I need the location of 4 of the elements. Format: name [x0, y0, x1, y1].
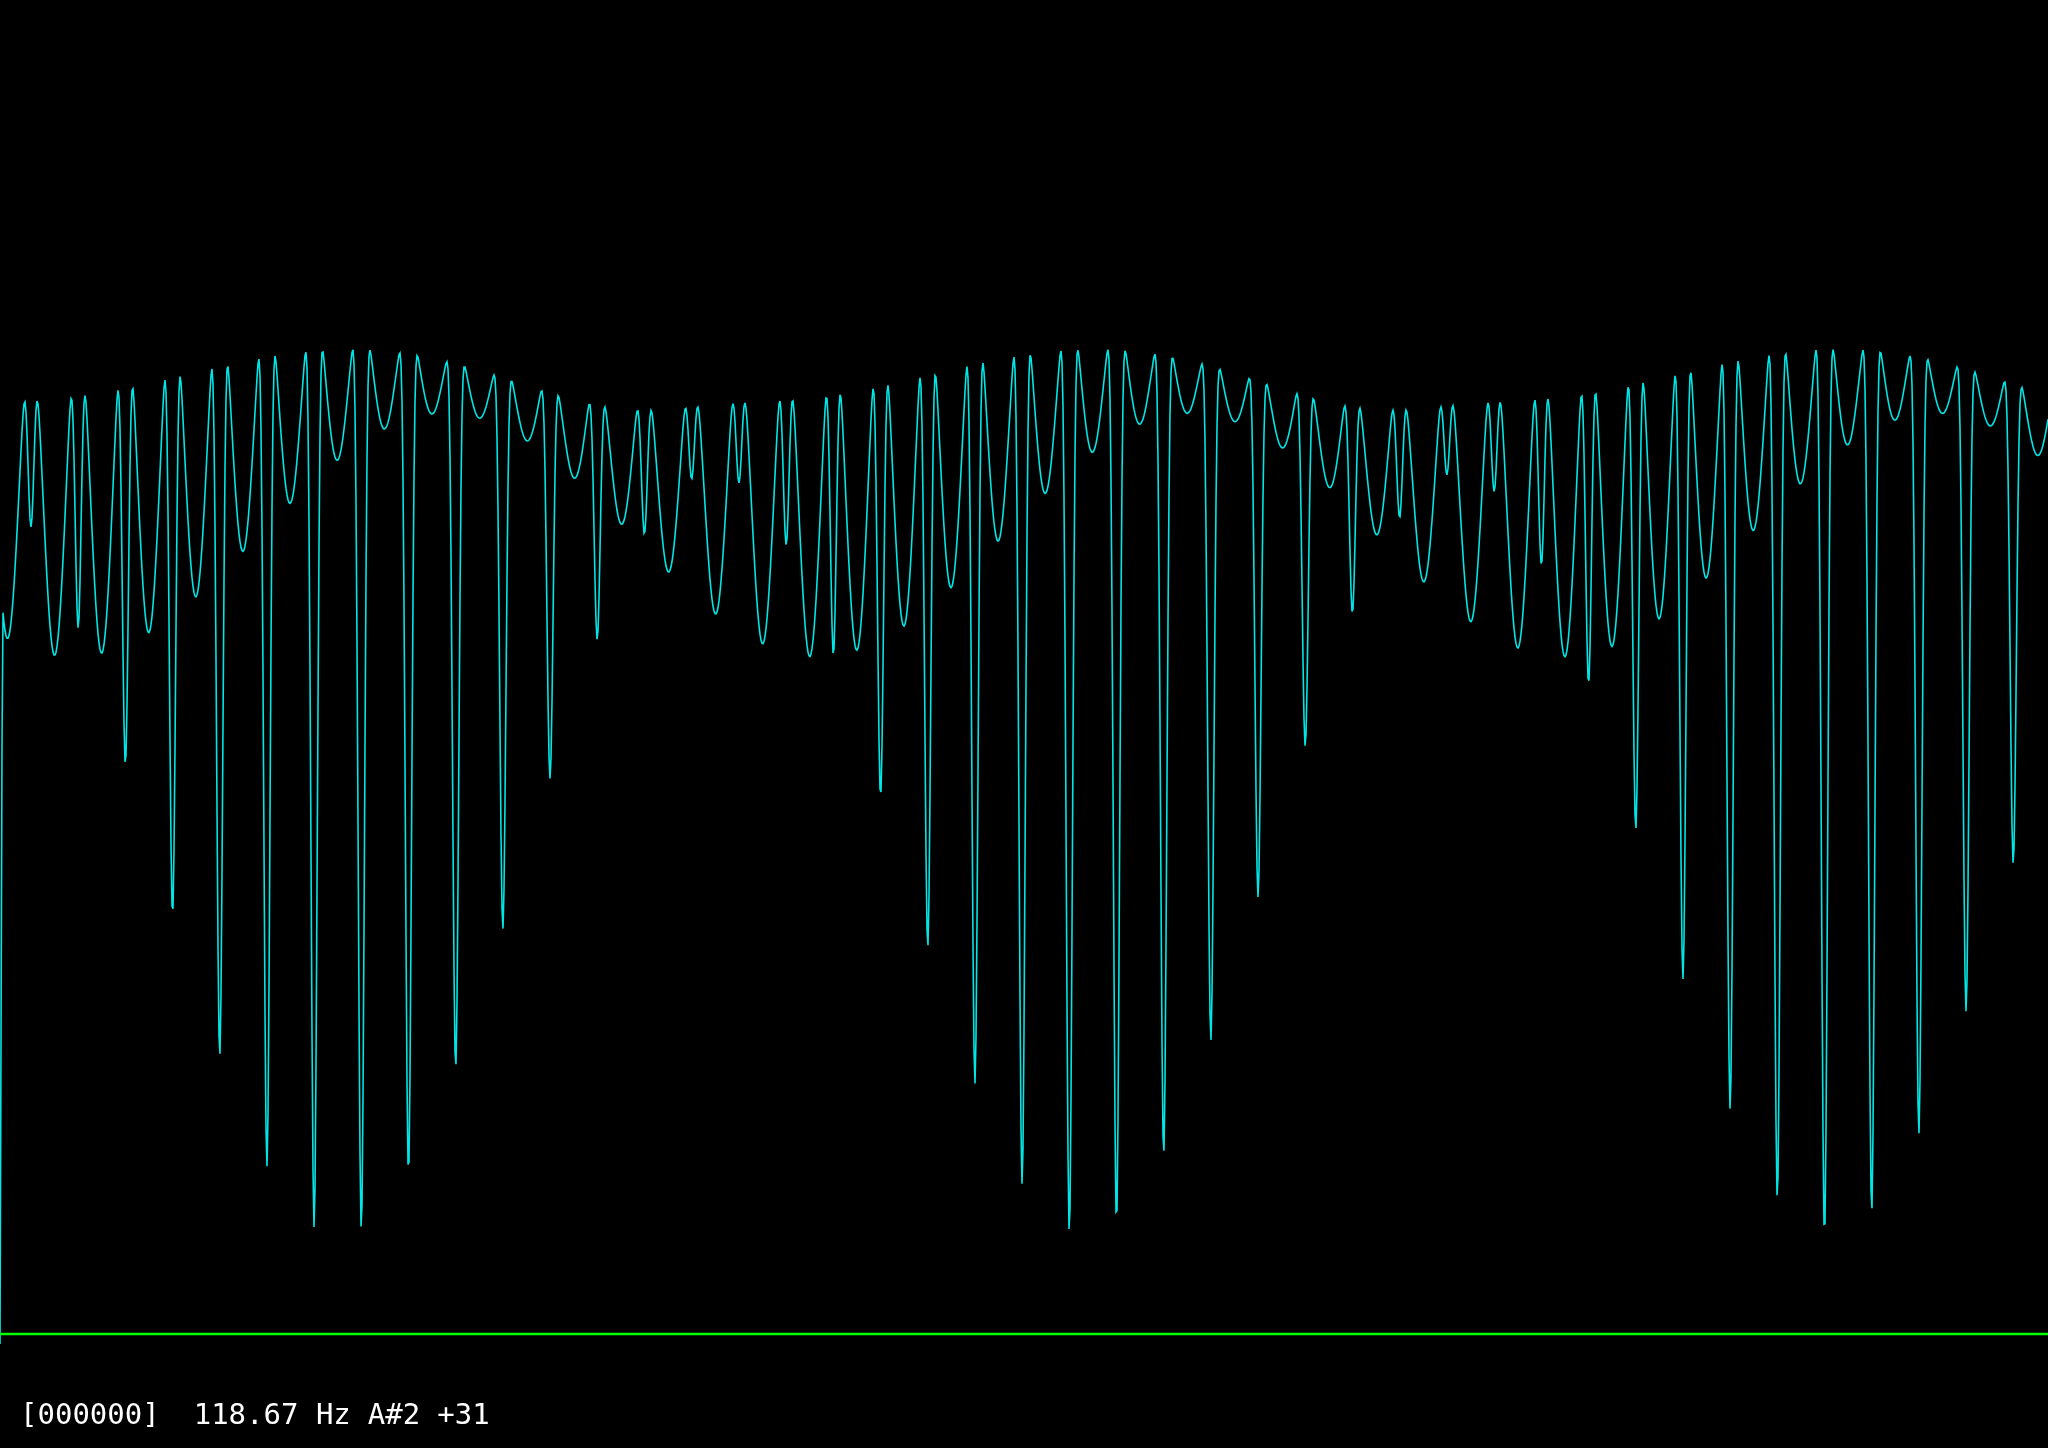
frequency-reading: 118.67 Hz	[193, 1397, 351, 1431]
frame-counter: [000000]	[20, 1397, 160, 1431]
cents-offset: +31	[437, 1397, 490, 1431]
note-name: A#2	[367, 1397, 421, 1431]
